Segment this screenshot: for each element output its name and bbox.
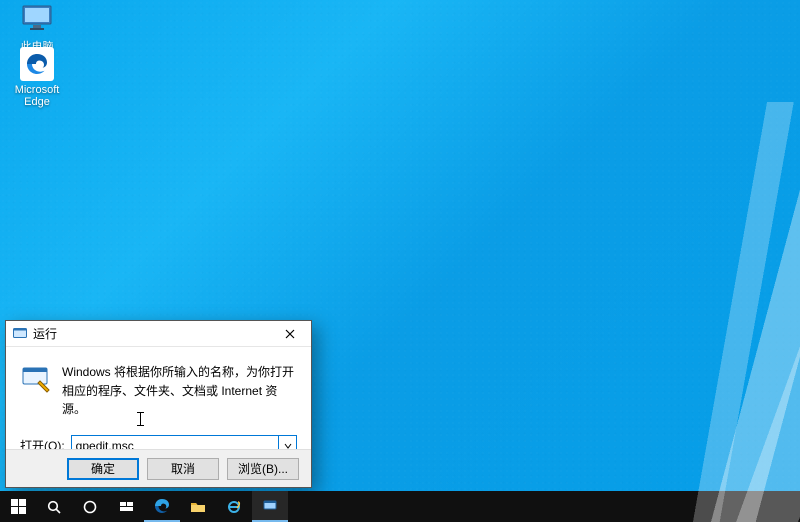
folder-icon [190,499,206,515]
run-command-icon [20,363,52,395]
taskbar-app-edge[interactable] [144,491,180,522]
start-button[interactable] [0,491,36,522]
browse-button[interactable]: 浏览(B)... [227,458,299,480]
desktop-icon-edge[interactable]: Microsoft Edge [7,47,67,108]
ie-icon [226,499,242,515]
cortana-button[interactable] [72,491,108,522]
taskbar[interactable] [0,491,800,522]
run-dialog-icon [262,498,278,514]
run-description: Windows 将根据你所输入的名称，为你打开相应的程序、文件夹、文档或 Int… [62,363,297,419]
cortana-icon [82,499,98,515]
run-dialog: 运行 Windows 将根据你所输入的名称，为你打开相应的程序、文件夹、文档或 … [5,320,312,488]
search-icon [46,499,62,515]
text-caret [140,412,141,426]
dialog-title: 运行 [33,325,271,342]
titlebar[interactable]: 运行 [6,321,311,347]
edge-icon [20,47,54,81]
close-icon [285,329,295,339]
taskbar-app-file-explorer[interactable] [180,491,216,522]
run-dialog-icon [12,326,28,342]
this-pc-icon [20,1,54,35]
ok-button[interactable]: 确定 [67,458,139,480]
taskbar-app-ie[interactable] [216,491,252,522]
taskbar-app-run[interactable] [252,491,288,522]
edge-icon [154,498,170,514]
task-view-icon [120,502,133,511]
close-button[interactable] [271,322,309,346]
task-view-button[interactable] [108,491,144,522]
desktop-icon-label: Microsoft Edge [7,84,67,108]
windows-logo-icon [11,499,26,514]
desktop[interactable]: 此电脑 Microsoft Edge 运行 Windows 将根据你所输入的名称… [0,0,800,522]
search-button[interactable] [36,491,72,522]
cancel-button[interactable]: 取消 [147,458,219,480]
dialog-button-row: 确定 取消 浏览(B)... [6,449,311,487]
